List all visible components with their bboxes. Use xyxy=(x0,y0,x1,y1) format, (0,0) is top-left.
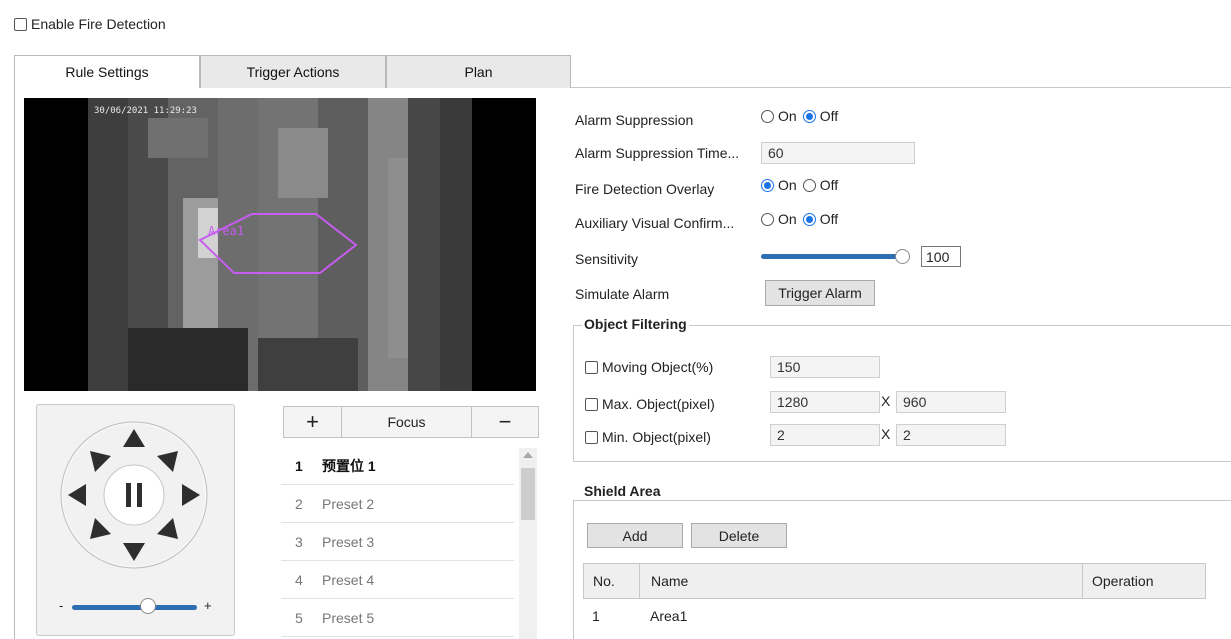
ptz-speed-plus[interactable]: + xyxy=(204,598,212,613)
enable-fire-detection-label: Enable Fire Detection xyxy=(31,16,166,32)
min-object-checkbox[interactable] xyxy=(585,430,598,444)
tab-plan[interactable]: Plan xyxy=(386,55,571,88)
moving-object-input[interactable]: 150 xyxy=(770,356,880,378)
column-operation: Operation xyxy=(1092,573,1154,589)
max-object-height-input[interactable]: 960 xyxy=(896,391,1006,413)
tab-panel-top-border xyxy=(571,87,1231,88)
shield-area-title: Shield Area xyxy=(582,483,663,499)
focus-label: Focus xyxy=(342,407,472,437)
preset-number: 4 xyxy=(295,572,303,588)
tab-panel-border xyxy=(14,87,15,639)
alarm-suppression-label: Alarm Suppression xyxy=(575,112,694,128)
tab-rule-settings[interactable]: Rule Settings xyxy=(14,55,200,88)
alarm-suppression-on-radio[interactable] xyxy=(761,109,774,123)
column-divider xyxy=(1082,564,1083,598)
shield-table-header: No. Name Operation xyxy=(583,563,1206,599)
moving-object-row: Moving Object(%) xyxy=(585,359,713,375)
preset-number: 1 xyxy=(295,458,303,474)
min-object-width-input[interactable]: 2 xyxy=(770,424,880,446)
overlay-radio-group: On Off xyxy=(761,177,838,193)
preset-item[interactable]: 5 Preset 5 xyxy=(281,600,514,637)
row-name: Area1 xyxy=(650,608,688,624)
preset-scroll-thumb[interactable] xyxy=(521,468,535,520)
suppression-time-label: Alarm Suppression Time... xyxy=(575,145,740,161)
preset-item[interactable]: 3 Preset 3 xyxy=(281,524,514,561)
overlay-on-radio[interactable] xyxy=(761,178,774,192)
preset-number: 3 xyxy=(295,534,303,550)
alarm-suppression-off-label: Off xyxy=(819,108,839,124)
preset-item[interactable]: 4 Preset 4 xyxy=(281,562,514,599)
ptz-speed-minus[interactable]: - xyxy=(59,598,63,613)
preset-list: 1 预置位 1 2 Preset 2 3 Preset 3 4 Preset 4… xyxy=(281,448,514,639)
overlay-on-label: On xyxy=(778,177,797,193)
enable-fire-detection[interactable]: Enable Fire Detection xyxy=(14,16,166,32)
aux-visual-on-label: On xyxy=(778,211,797,227)
sensitivity-label: Sensitivity xyxy=(575,251,639,267)
scroll-up-icon[interactable] xyxy=(523,452,533,458)
preset-name: Preset 3 xyxy=(322,534,375,550)
column-no: No. xyxy=(593,573,615,589)
row-no: 1 xyxy=(592,608,600,624)
enable-fire-detection-checkbox[interactable] xyxy=(14,17,27,31)
alarm-suppression-on-label: On xyxy=(778,108,797,124)
focus-plus-button[interactable]: + xyxy=(284,407,342,437)
suppression-time-input[interactable]: 60 xyxy=(761,142,915,164)
preset-name: Preset 4 xyxy=(322,572,375,588)
aux-visual-off-label: Off xyxy=(819,211,839,227)
detection-area-overlay xyxy=(198,213,358,274)
tab-bar: Rule Settings Trigger Actions Plan xyxy=(14,55,571,88)
overlay-label: Fire Detection Overlay xyxy=(575,181,715,197)
table-row[interactable]: 1 Area1 xyxy=(583,599,1231,633)
sensitivity-slider[interactable] xyxy=(761,254,905,259)
aux-visual-label: Auxiliary Visual Confirm... xyxy=(575,215,735,231)
tab-trigger-actions[interactable]: Trigger Actions xyxy=(200,55,386,88)
moving-object-label: Moving Object(%) xyxy=(602,359,714,375)
max-object-separator: X xyxy=(881,393,891,409)
preset-name: Preset 5 xyxy=(322,610,375,626)
trigger-alarm-button[interactable]: Trigger Alarm xyxy=(765,280,875,306)
max-object-row: Max. Object(pixel) xyxy=(585,396,715,412)
aux-visual-off-radio[interactable] xyxy=(802,212,816,226)
max-object-label: Max. Object(pixel) xyxy=(602,396,715,412)
min-object-row: Min. Object(pixel) xyxy=(585,429,711,445)
add-shield-button[interactable]: Add xyxy=(587,523,683,548)
max-object-width-input[interactable]: 1280 xyxy=(770,391,880,413)
preset-number: 2 xyxy=(295,496,303,512)
preset-item[interactable]: 1 预置位 1 xyxy=(281,448,514,485)
max-object-checkbox[interactable] xyxy=(585,397,598,411)
delete-shield-button[interactable]: Delete xyxy=(691,523,787,548)
column-name: Name xyxy=(651,573,689,589)
min-object-separator: X xyxy=(881,426,891,442)
preset-name: 预置位 1 xyxy=(322,458,376,474)
preset-item[interactable]: 2 Preset 2 xyxy=(281,486,514,523)
aux-visual-on-radio[interactable] xyxy=(761,212,774,226)
preset-name: Preset 2 xyxy=(322,496,375,512)
min-object-label: Min. Object(pixel) xyxy=(602,429,711,445)
overlay-off-label: Off xyxy=(819,177,839,193)
preset-number: 5 xyxy=(295,610,303,626)
ptz-pause-icon xyxy=(126,483,131,507)
area-label: Area1 xyxy=(208,224,245,238)
alarm-suppression-radio-group: On Off xyxy=(761,108,838,124)
sensitivity-input[interactable]: 100 xyxy=(921,246,961,267)
object-filtering-title: Object Filtering xyxy=(582,316,689,332)
ptz-dpad[interactable] xyxy=(59,420,209,570)
column-divider xyxy=(639,564,640,598)
aux-visual-radio-group: On Off xyxy=(761,211,838,227)
min-object-height-input[interactable]: 2 xyxy=(896,424,1006,446)
simulate-alarm-label: Simulate Alarm xyxy=(575,286,670,302)
ptz-speed-knob[interactable] xyxy=(140,598,156,614)
overlay-off-radio[interactable] xyxy=(802,178,816,192)
ptz-speed-slider[interactable] xyxy=(72,605,197,610)
live-video[interactable]: 30/06/2021 11:29:23 Area1 xyxy=(24,98,536,391)
alarm-suppression-off-radio[interactable] xyxy=(802,109,816,123)
sensitivity-knob[interactable] xyxy=(895,249,910,264)
moving-object-checkbox[interactable] xyxy=(585,360,598,374)
preset-toolbar: + Focus − xyxy=(283,406,539,438)
focus-minus-button[interactable]: − xyxy=(472,407,538,437)
